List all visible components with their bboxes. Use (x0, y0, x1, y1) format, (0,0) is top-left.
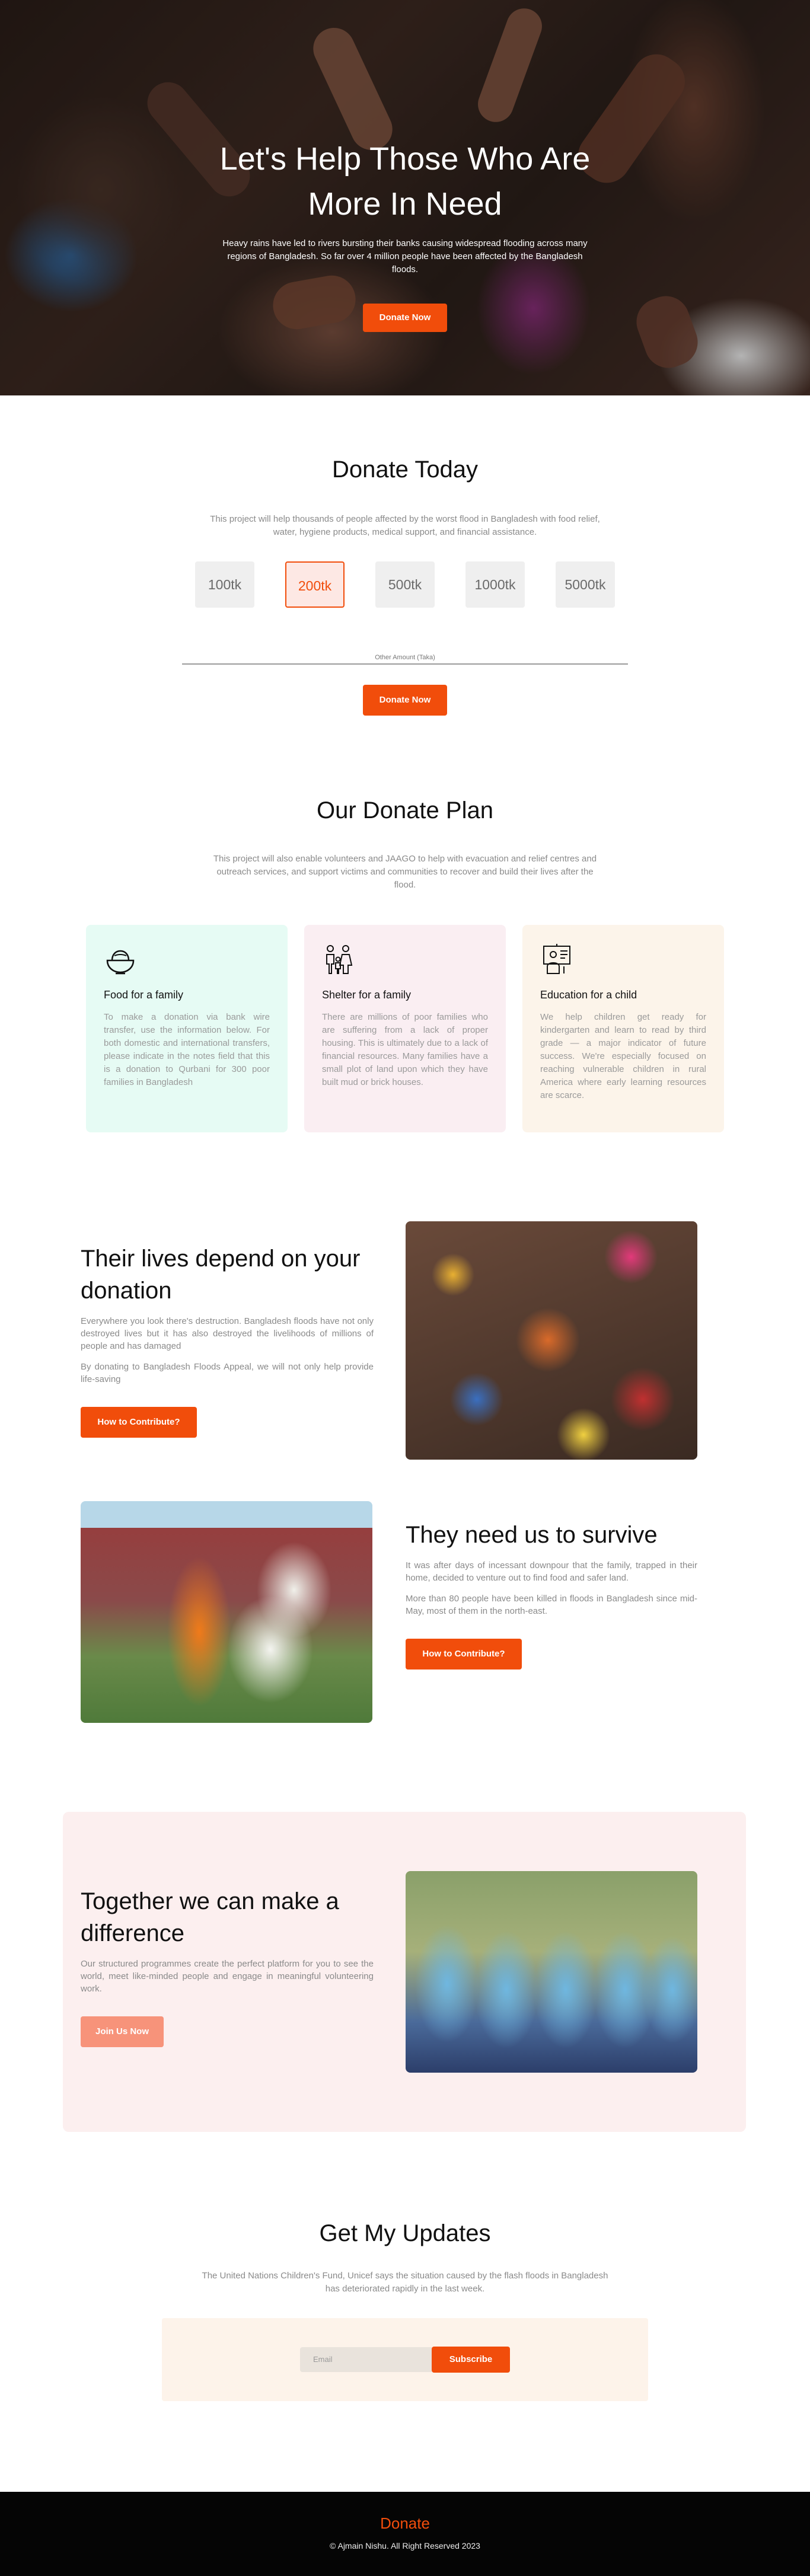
survive-section: They need us to survive It was after day… (81, 1501, 697, 1723)
donate-plan-section: Our Donate Plan This project will also e… (0, 797, 810, 1132)
plan-card-education: Education for a child We help children g… (522, 925, 724, 1132)
hero-donate-button[interactable]: Donate Now (363, 304, 447, 332)
donate-today-title: Donate Today (331, 457, 479, 483)
updates-title: Get My Updates (319, 2220, 491, 2246)
donate-plan-subtitle: This project will also enable volunteers… (213, 854, 597, 890)
lives-section: Their lives depend on your donation Ever… (81, 1221, 697, 1460)
footer-brand[interactable]: Donate (0, 2514, 810, 2533)
hero-section: Let's Help Those Who Are More In Need He… (0, 0, 810, 395)
lives-paragraph-1: Everywhere you look there's destruction.… (81, 1316, 374, 1351)
crowd-relief-image (406, 1221, 697, 1460)
hero-title: Let's Help Those Who Are More In Need (219, 141, 591, 222)
plan-card-shelter: Shelter for a family There are millions … (304, 925, 506, 1132)
amount-options: 100tk 200tk 500tk 1000tk 5000tk (0, 561, 810, 608)
family-icon (326, 945, 353, 974)
education-board-icon (543, 944, 570, 974)
lives-title: Their lives depend on your donation (81, 1246, 361, 1304)
amount-option[interactable]: 1000tk (465, 561, 525, 608)
hero-subtitle: Heavy rains have led to rivers bursting … (222, 238, 588, 274)
plan-card-title: Food for a family (104, 989, 184, 1001)
email-input[interactable]: Email (300, 2347, 432, 2372)
volunteers-image (406, 1871, 697, 2073)
join-us-button[interactable]: Join Us Now (81, 2016, 164, 2047)
plan-card-text: We help children get ready for kindergar… (540, 1012, 706, 1100)
plan-card-title: Shelter for a family (322, 989, 412, 1001)
survive-title: They need us to survive (406, 1522, 658, 1548)
survive-paragraph-2: More than 80 people have been killed in … (406, 1594, 697, 1616)
relief-distribution-image (81, 1501, 372, 1723)
footer: Donate © Ajmain Nishu. All Right Reserve… (0, 2492, 810, 2576)
subscribe-button[interactable]: Subscribe (432, 2347, 510, 2373)
footer-copyright: © Ajmain Nishu. All Right Reserved 2023 (330, 2541, 480, 2551)
lives-paragraph-2: By donating to Bangladesh Floods Appeal,… (81, 1362, 374, 1384)
page: Let's Help Those Who Are More In Need He… (0, 0, 810, 2576)
amount-option[interactable]: 500tk (375, 561, 435, 608)
updates-section: Get My Updates The United Nations Childr… (0, 2220, 810, 2401)
other-amount-field[interactable]: Other Amount (Taka) (182, 654, 628, 665)
together-text: Our structured programmes create the per… (81, 1959, 374, 1994)
lives-text-block: Their lives depend on your donation Ever… (81, 1243, 374, 1438)
together-section: Together we can make a difference Our st… (81, 1871, 697, 2073)
amount-option[interactable]: 100tk (195, 561, 254, 608)
other-amount-label: Other Amount (Taka) (375, 654, 435, 661)
plan-card-food: Food for a family To make a donation via… (86, 925, 288, 1132)
food-bowl-icon (106, 950, 135, 975)
survive-contribute-button[interactable]: How to Contribute? (406, 1639, 522, 1670)
donate-plan-title: Our Donate Plan (317, 797, 493, 823)
plan-cards: Food for a family To make a donation via… (0, 925, 810, 1132)
together-text-block: Together we can make a difference Our st… (81, 1885, 374, 2047)
lives-contribute-button[interactable]: How to Contribute? (81, 1407, 197, 1438)
hero-content: Let's Help Those Who Are More In Need He… (0, 136, 810, 332)
other-amount-underline (182, 661, 628, 665)
survive-text-block: They need us to survive It was after day… (406, 1519, 697, 1670)
updates-subtitle: The United Nations Children's Fund, Unic… (202, 2271, 608, 2294)
amount-option-selected[interactable]: 200tk (285, 561, 345, 608)
donate-today-subtitle: This project will help thousands of peop… (210, 514, 600, 537)
survive-paragraph-1: It was after days of incessant downpour … (406, 1560, 697, 1583)
donate-now-button[interactable]: Donate Now (363, 685, 447, 716)
plan-card-text: To make a donation via bank wire transfe… (104, 1012, 270, 1087)
donate-today-section: Donate Today This project will help thou… (0, 457, 810, 716)
amount-option[interactable]: 5000tk (556, 561, 615, 608)
plan-card-text: There are millions of poor families who … (322, 1012, 488, 1087)
newsletter-form: Email Subscribe (162, 2318, 648, 2401)
together-title: Together we can make a difference (81, 1888, 339, 1946)
plan-card-title: Education for a child (540, 989, 637, 1001)
